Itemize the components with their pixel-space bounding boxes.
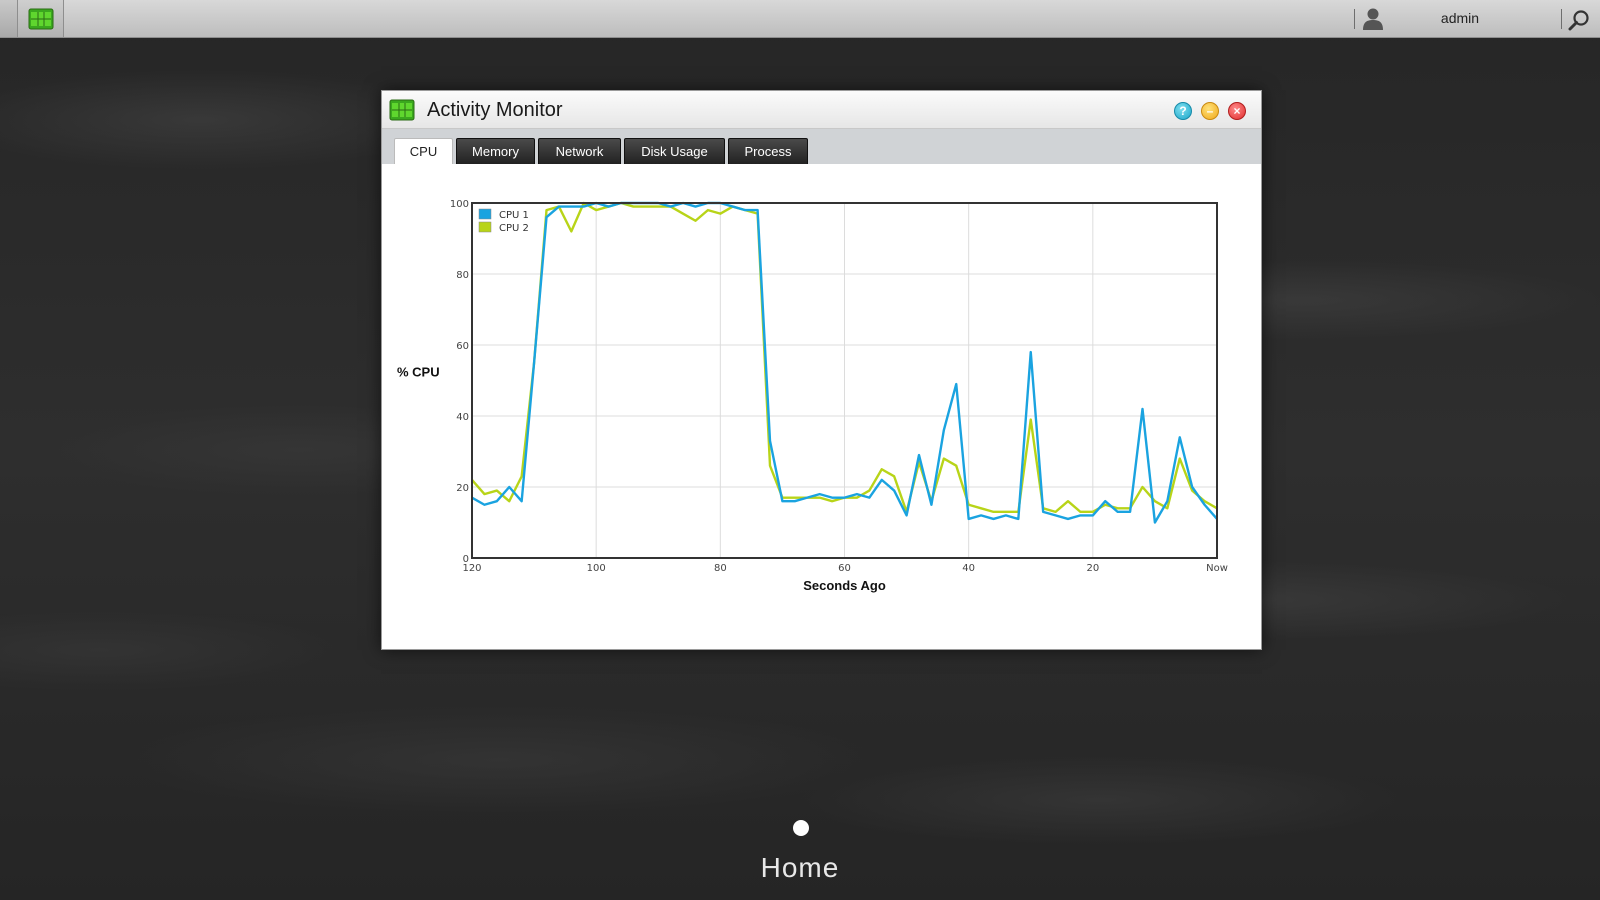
y-tick-label: 100	[450, 199, 469, 210]
topbar-separator	[1354, 9, 1355, 29]
y-axis-label: % CPU	[397, 365, 440, 380]
y-tick-label: 80	[456, 270, 469, 281]
close-icon[interactable]: ×	[1228, 102, 1246, 120]
x-tick-label: Now	[1206, 563, 1228, 574]
tab-disk-usage[interactable]: Disk Usage	[624, 138, 725, 164]
legend-label: CPU 2	[499, 223, 529, 234]
legend-swatch	[478, 208, 492, 220]
tab-strip: CPU Memory Network Disk Usage Process	[382, 129, 1261, 164]
tab-cpu[interactable]: CPU	[394, 138, 453, 164]
topbar-separator	[1561, 9, 1562, 29]
x-tick-label: 40	[962, 563, 975, 574]
x-tick-label: 80	[714, 563, 727, 574]
search-icon[interactable]	[1568, 9, 1590, 31]
legend-label: CPU 1	[499, 210, 529, 221]
legend-swatch	[478, 221, 492, 233]
minimize-icon[interactable]: –	[1201, 102, 1219, 120]
activity-monitor-taskbar-button[interactable]	[18, 0, 64, 37]
y-tick-label: 20	[456, 483, 469, 494]
y-tick-label: 0	[463, 554, 469, 565]
topbar-left-handle[interactable]	[0, 0, 18, 37]
activity-monitor-window: Activity Monitor ? – × CPU Memory Networ…	[381, 90, 1262, 650]
top-bar: admin	[0, 0, 1600, 38]
tab-memory[interactable]: Memory	[456, 138, 535, 164]
window-title: Activity Monitor	[427, 99, 563, 121]
x-tick-label: 20	[1086, 563, 1099, 574]
username-label[interactable]: admin	[1420, 10, 1500, 26]
page-label[interactable]: Home	[700, 852, 900, 884]
user-icon[interactable]	[1362, 7, 1384, 31]
cpu-line-chart: 120 100 80 60 40 20 Now020406080100CPU 1CPU 2S…	[397, 199, 1228, 593]
x-tick-label: 100	[587, 563, 606, 574]
tab-network[interactable]: Network	[538, 138, 621, 164]
y-tick-label: 60	[456, 341, 469, 352]
y-tick-label: 40	[456, 412, 469, 423]
help-icon[interactable]: ?	[1174, 102, 1192, 120]
x-tick-label: 60	[838, 563, 851, 574]
activity-monitor-icon	[389, 99, 415, 121]
activity-monitor-icon	[28, 8, 53, 29]
cpu-chart: 120 100 80 60 40 20 Now 0 20 40 60 80 100 CPU 1 CPU 2S…	[382, 164, 1261, 649]
window-titlebar[interactable]: Activity Monitor ? – ×	[382, 91, 1261, 129]
tab-process[interactable]: Process	[728, 138, 808, 164]
page-indicator-dot[interactable]	[793, 820, 809, 836]
x-axis-label: Seconds Ago	[803, 578, 886, 593]
